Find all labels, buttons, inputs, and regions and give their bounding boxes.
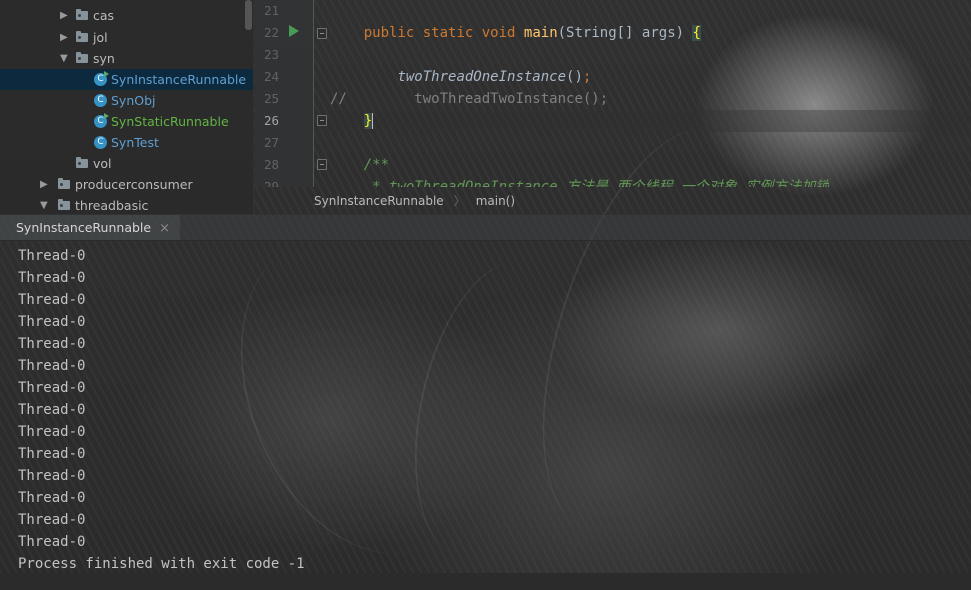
- run-panel-header: SynInstanceRunnable ×: [0, 214, 971, 241]
- tree-item-jol[interactable]: ▶ jol: [0, 27, 253, 48]
- console-line: Thread-0: [18, 402, 86, 418]
- tree-item-threadbasic[interactable]: ▼ threadbasic: [0, 195, 253, 216]
- tree-item-label: SynInstanceRunnable: [111, 72, 247, 87]
- tree-item-label: threadbasic: [75, 198, 149, 213]
- console-output[interactable]: Thread-0 Thread-0 Thread-0 Thread-0 Thre…: [0, 240, 971, 573]
- run-gutter-icon[interactable]: [289, 25, 299, 37]
- tree-item-label: producerconsumer: [75, 177, 193, 192]
- console-line: Thread-0: [18, 424, 86, 440]
- line-number: 21: [263, 3, 279, 18]
- project-tree: ▶ cas ▶ jol ▼ syn C SynInstanceRunnable …: [0, 0, 254, 214]
- chevron-right-icon[interactable]: ▶: [60, 27, 68, 48]
- tree-scrollbar[interactable]: [245, 0, 252, 30]
- folder-icon: [76, 52, 88, 63]
- line-number: 29: [263, 179, 279, 187]
- console-line: Thread-0: [18, 336, 86, 352]
- console-line: Thread-0: [18, 270, 86, 286]
- console-line: Thread-0: [18, 534, 86, 550]
- code-line-25: // twoThreadTwoInstance();: [330, 91, 609, 107]
- tree-item-label: jol: [93, 30, 108, 45]
- folder-icon: [58, 199, 70, 210]
- fold-icon[interactable]: [317, 159, 327, 170]
- chevron-right-icon[interactable]: ▶: [60, 5, 68, 26]
- code-line-26: }: [363, 113, 374, 129]
- console-line: Thread-0: [18, 380, 86, 396]
- breadcrumb-class[interactable]: SynInstanceRunnable: [314, 194, 444, 208]
- tree-item-label: SynTest: [111, 135, 159, 150]
- chevron-down-icon[interactable]: ▼: [60, 48, 68, 69]
- chevron-down-icon[interactable]: ▼: [40, 195, 48, 216]
- tree-item-syninstancerunnable[interactable]: C SynInstanceRunnable: [0, 69, 253, 90]
- folder-icon: [76, 31, 88, 42]
- tree-item-synstaticrunnable[interactable]: C SynStaticRunnable: [0, 111, 253, 132]
- code-line-22: public static void main(String[] args) {: [363, 25, 701, 41]
- line-number-current: 26: [263, 113, 279, 128]
- breadcrumb-method[interactable]: main(): [476, 194, 515, 208]
- current-line-highlight: [314, 110, 971, 132]
- console-exit-message: Process finished with exit code -1: [18, 556, 305, 572]
- tree-item-producerconsumer[interactable]: ▶ producerconsumer: [0, 174, 253, 195]
- line-number: 25: [263, 91, 279, 106]
- breadcrumb-separator-icon: 〉: [453, 194, 466, 208]
- console-line: Thread-0: [18, 248, 86, 264]
- console-line: Thread-0: [18, 314, 86, 330]
- tree-item-label: cas: [93, 8, 115, 23]
- console-line: Thread-0: [18, 490, 86, 506]
- console-line: Thread-0: [18, 292, 86, 308]
- breadcrumb: SynInstanceRunnable 〉 main(): [314, 189, 515, 214]
- line-number: 28: [263, 157, 279, 172]
- tree-item-label: syn: [93, 51, 115, 66]
- runnable-class-icon: C: [94, 71, 109, 86]
- code-line-29: * twoThreadOneInstance 方法是 两个线程 一个对象 实例方…: [372, 179, 830, 187]
- tree-item-label: vol: [93, 156, 112, 171]
- folder-icon: [76, 157, 88, 168]
- tree-item-cas[interactable]: ▶ cas: [0, 5, 253, 26]
- console-line: Thread-0: [18, 358, 86, 374]
- code-line-24: twoThreadOneInstance();: [397, 69, 592, 85]
- text-caret: [372, 113, 374, 129]
- run-tab[interactable]: SynInstanceRunnable ×: [0, 215, 180, 240]
- fold-icon[interactable]: [317, 28, 327, 39]
- runnable-class-icon: C: [94, 113, 109, 128]
- run-tab-label: SynInstanceRunnable: [16, 220, 152, 235]
- gutter-divider: [313, 0, 314, 187]
- console-line: Thread-0: [18, 468, 86, 484]
- console-line: Thread-0: [18, 512, 86, 528]
- line-number: 22: [263, 25, 279, 40]
- line-number: 27: [263, 135, 279, 150]
- folder-icon: [76, 9, 88, 20]
- fold-icon[interactable]: [317, 115, 327, 126]
- tree-item-label: SynStaticRunnable: [111, 114, 229, 129]
- class-icon: C: [94, 94, 107, 107]
- tree-item-vol[interactable]: vol: [0, 153, 253, 174]
- tree-item-label: SynObj: [111, 93, 156, 108]
- chevron-right-icon[interactable]: ▶: [40, 174, 48, 195]
- tree-item-syn[interactable]: ▼ syn: [0, 48, 253, 69]
- code-line-28: /**: [363, 157, 390, 173]
- tree-item-syntest[interactable]: C SynTest: [0, 132, 253, 153]
- tree-item-synobj[interactable]: C SynObj: [0, 90, 253, 111]
- folder-icon: [58, 178, 70, 189]
- code-editor[interactable]: 21 22 23 24 25 26 27 28 29 public static…: [255, 0, 971, 214]
- class-icon: C: [94, 136, 107, 149]
- close-icon[interactable]: ×: [159, 221, 170, 236]
- console-line: Thread-0: [18, 446, 86, 462]
- line-number: 24: [263, 69, 279, 84]
- line-number: 23: [263, 47, 279, 62]
